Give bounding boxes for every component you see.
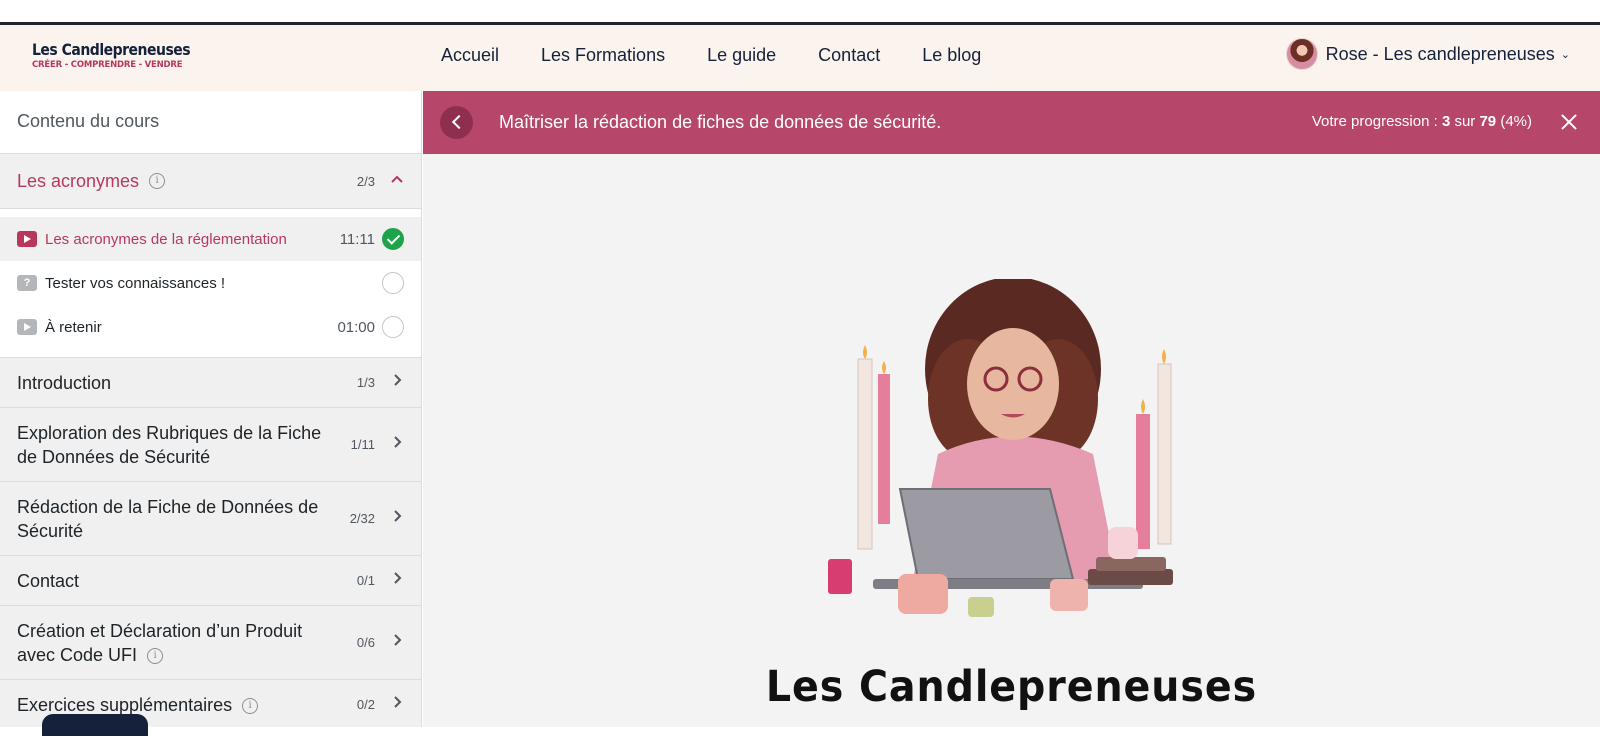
site-logo[interactable]: Les Candlepreneuses CRÉER - COMPRENDRE -… (32, 41, 191, 70)
logo-subtitle: CRÉER - COMPRENDRE - VENDRE (32, 60, 183, 70)
close-icon[interactable] (1558, 111, 1580, 133)
lesson-duration: 11:11 (339, 230, 375, 248)
incomplete-circle-icon[interactable] (382, 316, 404, 338)
quiz-icon: ? (17, 275, 37, 291)
main-nav: Accueil Les Formations Le guide Contact … (441, 45, 981, 66)
section-introduction[interactable]: Introduction 1/3 (0, 358, 421, 408)
sidebar-heading: Contenu du cours (0, 91, 421, 154)
chevron-right-icon (390, 373, 404, 392)
brand-wordmark: Les Candlepreneuses (765, 662, 1258, 712)
section-count: 2/3 (356, 173, 375, 189)
back-arrow-icon[interactable] (440, 106, 473, 139)
nav-formations[interactable]: Les Formations (541, 45, 665, 66)
candlepreneuse-illustration (828, 279, 1173, 617)
section-title: Contact (17, 570, 80, 591)
section-count: 0/1 (356, 573, 375, 588)
section-creation-ufi[interactable]: Création et Déclaration d’un Produit ave… (0, 606, 421, 680)
lesson-content: Les Candlepreneuses (423, 154, 1600, 727)
lesson-list: Les acronymes de la réglementation 11:11… (0, 209, 421, 358)
section-title: Rédaction de la Fiche de Données de Sécu… (17, 496, 319, 541)
incomplete-circle-icon[interactable] (382, 272, 404, 294)
chevron-right-icon (390, 571, 404, 590)
section-title-text: Exercices supplémentaires (17, 694, 233, 715)
nav-blog[interactable]: Le blog (922, 45, 981, 66)
nav-accueil[interactable]: Accueil (441, 45, 499, 66)
section-redaction[interactable]: Rédaction de la Fiche de Données de Sécu… (0, 482, 421, 556)
chat-widget-tab[interactable] (42, 714, 148, 736)
section-count: 1/11 (350, 437, 375, 452)
section-count: 1/3 (356, 375, 375, 390)
course-title: Maîtriser la rédaction de fiches de donn… (499, 112, 942, 132)
section-title: Exercices supplémentaires i (17, 693, 332, 717)
progress-sep: sur (1454, 113, 1476, 130)
lesson-title: Tester vos connaissances ! (45, 274, 226, 292)
section-count: 0/6 (356, 635, 375, 650)
progress-percent: (4%) (1500, 113, 1532, 130)
course-progress: Votre progression : 3 sur 79 (4%) (1312, 113, 1532, 130)
video-icon (17, 319, 37, 335)
lesson-title: Les acronymes de la réglementation (45, 230, 287, 248)
info-icon[interactable]: i (147, 647, 164, 664)
lesson-duration: 01:00 (337, 318, 375, 336)
section-count: 0/2 (356, 697, 375, 712)
course-sidebar: Contenu du cours Les acronymes i 2/3 Les… (0, 91, 422, 727)
progress-done: 3 (1441, 113, 1451, 130)
nav-guide[interactable]: Le guide (707, 45, 776, 66)
logo-title: Les Candlepreneuses (32, 41, 191, 60)
nav-contact[interactable]: Contact (818, 45, 880, 66)
chevron-right-icon (390, 435, 404, 454)
lesson-item[interactable]: À retenir 01:00 (0, 305, 421, 349)
section-title: Exploration des Rubriques de la Fiche de… (17, 422, 322, 467)
lesson-item[interactable]: Les acronymes de la réglementation 11:11 (0, 217, 421, 261)
site-header: Les Candlepreneuses CRÉER - COMPRENDRE -… (0, 25, 1600, 91)
user-name: Rose - Les candlepreneuses (1325, 43, 1555, 64)
lesson-item[interactable]: ? Tester vos connaissances ! (0, 261, 421, 305)
section-exploration[interactable]: Exploration des Rubriques de la Fiche de… (0, 408, 421, 482)
chevron-right-icon (390, 695, 404, 714)
progress-label: Votre progression : (1311, 113, 1438, 130)
chevron-down-icon: ⌄ (1560, 48, 1570, 61)
chevron-right-icon (390, 633, 404, 652)
section-contact[interactable]: Contact 0/1 (0, 556, 421, 606)
course-header-bar: Maîtriser la rédaction de fiches de donn… (423, 91, 1600, 154)
completed-check-icon[interactable] (382, 228, 404, 250)
section-count: 2/32 (349, 511, 375, 526)
chevron-right-icon (390, 509, 404, 528)
section-les-acronymes[interactable]: Les acronymes i 2/3 (0, 154, 421, 209)
lesson-title: À retenir (45, 318, 102, 336)
progress-total: 79 (1479, 113, 1497, 130)
section-title: Introduction (17, 372, 112, 393)
info-icon[interactable]: i (242, 697, 259, 714)
chevron-up-icon[interactable] (390, 172, 404, 191)
user-menu[interactable]: Rose - Les candlepreneuses ⌄ (1285, 38, 1570, 70)
video-icon (17, 231, 37, 247)
info-icon[interactable]: i (149, 173, 166, 189)
avatar (1285, 38, 1318, 70)
section-title: Les acronymes (17, 171, 140, 191)
section-title: Création et Déclaration d’un Produit ave… (17, 619, 332, 667)
